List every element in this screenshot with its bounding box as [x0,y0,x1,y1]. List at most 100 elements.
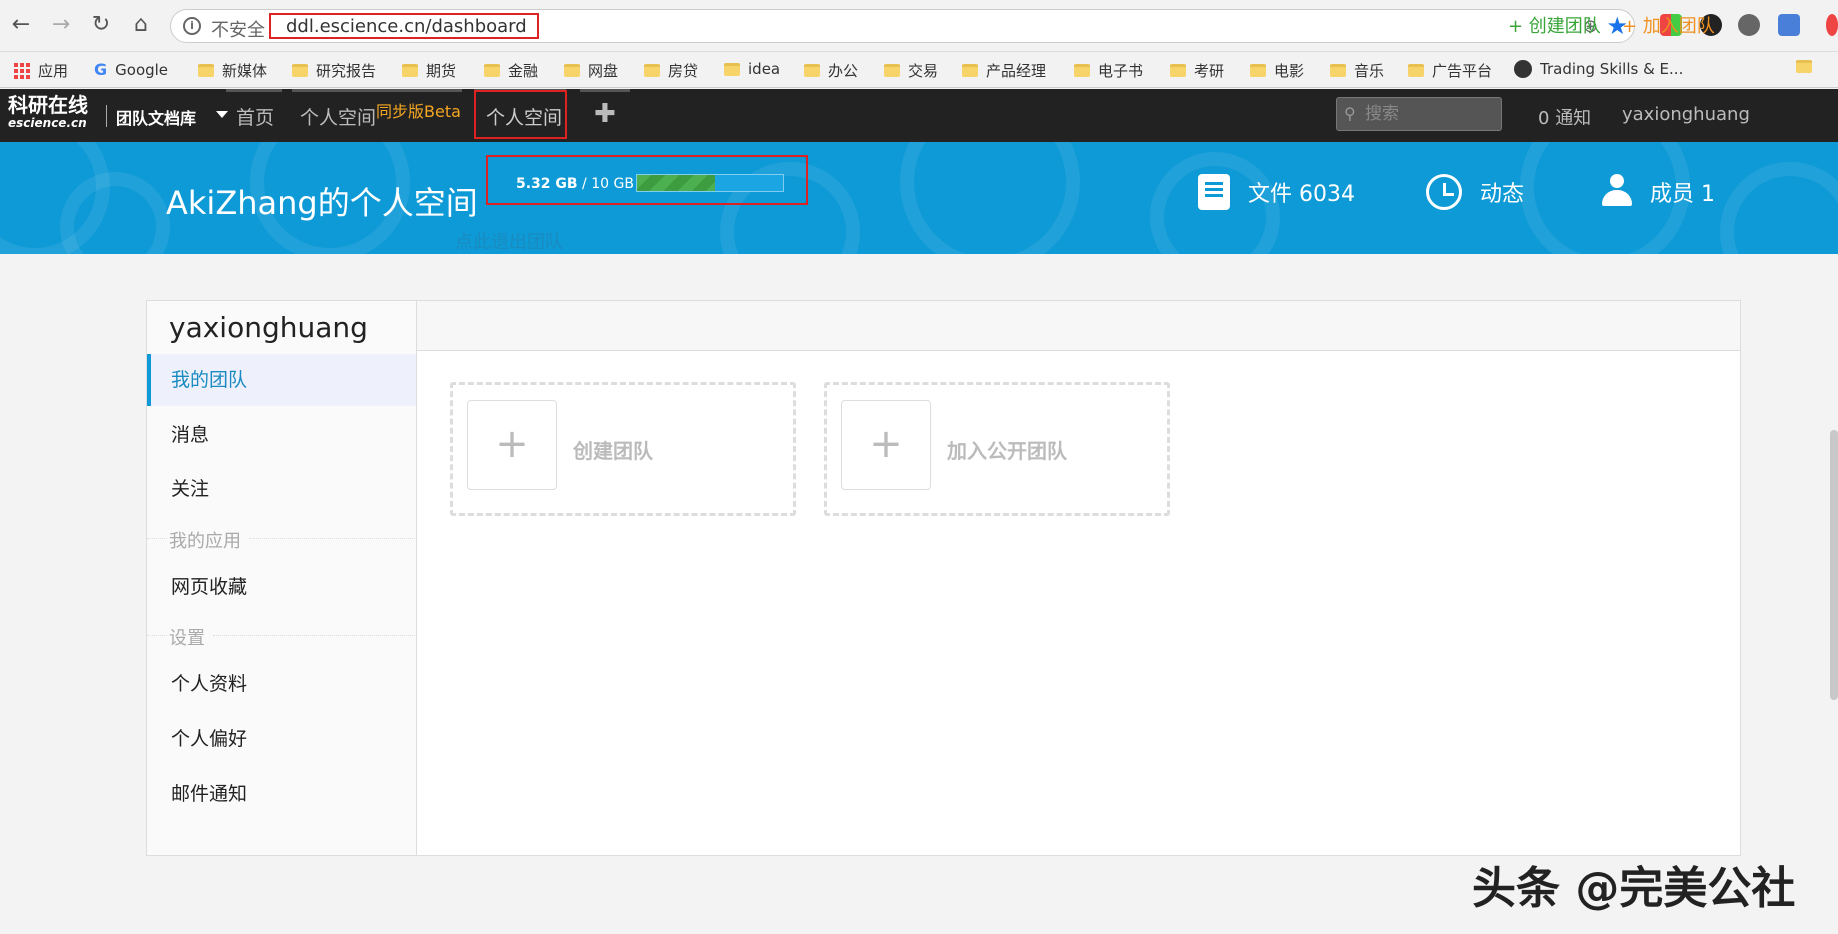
quota-progress-fill [637,175,715,191]
page-scrollbar[interactable] [1830,430,1838,700]
quota-separator: / [577,176,592,192]
bookmark-folder[interactable]: 考研 [1170,60,1224,81]
sidebar: yaxionghuang 我的团队 消息 关注 我的应用 网页收藏 设置 个人资… [147,301,417,855]
bookmark-folder[interactable]: 交易 [884,60,938,81]
quota-total: 10 GB [591,176,634,192]
bookmark-label: 房贷 [668,62,699,80]
folder-icon [292,64,308,77]
bookmark-folder[interactable]: 房贷 [644,60,698,81]
banner-pattern [1720,162,1838,254]
search-icon: ⚲ [1344,104,1356,123]
sync-beta-badge[interactable]: 同步版Beta [376,98,461,122]
translate-icon[interactable] [1778,14,1800,36]
forward-icon[interactable]: → [48,12,74,38]
folder-icon [402,64,418,77]
trading-site-icon [1514,60,1532,78]
bookmark-label: 交易 [908,62,939,80]
info-icon[interactable]: i [183,17,201,35]
bookmark-label: 考研 [1194,62,1225,80]
group-divider [249,538,415,539]
join-team-link[interactable]: + 加入团队 [1622,12,1715,38]
address-bar[interactable]: i 不安全 ddl.escience.cn/dashboard ⊕ ★ [170,9,1635,43]
leave-team-link[interactable]: 点此退出团队 [455,228,563,254]
bookmark-label: 网盘 [588,62,619,80]
sidebar-item-mail-notify[interactable]: 邮件通知 [147,768,416,820]
bookmark-folder[interactable]: 音乐 [1330,60,1384,81]
sidebar-item-my-teams[interactable]: 我的团队 [147,354,416,406]
folder-icon [1170,64,1186,77]
reload-icon[interactable]: ↻ [88,12,114,38]
bookmark-folder[interactable]: idea [724,60,780,78]
create-team-card[interactable]: + 创建团队 [450,382,796,516]
nav-personal-space-sync[interactable]: 个人空间 [300,103,376,130]
bookmark-folder[interactable]: 办公 [804,60,858,81]
clock-icon [1426,174,1462,210]
home-icon[interactable]: ⌂ [128,12,154,38]
banner-pattern [900,142,1080,254]
activity-stat[interactable]: 动态 [1426,174,1524,210]
bookmark-label: Google [115,60,169,79]
profile-icon[interactable] [1826,14,1838,36]
plus-icon: + [467,400,557,490]
nav-personal-space[interactable]: 个人空间 [486,103,562,130]
sidebar-item-follow[interactable]: 关注 [147,463,416,515]
files-stat[interactable]: 文件 6034 [1198,174,1355,210]
site-search[interactable]: ⚲ [1336,97,1502,131]
bookmark-folder[interactable]: 电影 [1250,60,1304,81]
google-icon: G [94,60,108,79]
notifications-link[interactable]: 0 通知 [1538,104,1591,130]
extension-bubble-icon[interactable] [1738,14,1760,36]
user-menu[interactable]: yaxionghuang [1622,104,1750,125]
bookmark-folder[interactable] [1796,60,1820,73]
search-input[interactable] [1365,103,1495,125]
logo-cn: 科研在线 [8,93,88,117]
group-label: 我的应用 [169,531,241,552]
join-public-team-card[interactable]: + 加入公开团队 [824,382,1170,516]
folder-icon [1408,64,1424,77]
bookmark-label: 办公 [828,62,859,80]
folder-icon [1250,64,1266,77]
bookmark-folder[interactable]: 金融 [484,60,538,81]
apps-icon [14,62,30,79]
back-icon[interactable]: ← [8,12,34,38]
bookmark-label: 产品经理 [986,62,1047,80]
bookmark-apps[interactable]: 应用 [14,60,68,81]
caret-down-icon[interactable] [216,111,228,118]
tab-indicator [226,89,282,92]
url-text[interactable]: ddl.escience.cn/dashboard [286,16,527,37]
bookmarks-bar: 应用 G Google 新媒体 研究报告 期货 金融 网盘 房贷 idea 办公… [0,52,1838,88]
bookmark-folder[interactable]: 电子书 [1074,60,1143,81]
logo-en: escience.cn [8,116,87,130]
tab-indicator [580,89,630,92]
bookmark-folder[interactable]: 研究报告 [292,60,376,81]
bookmark-folder[interactable]: 产品经理 [962,60,1046,81]
bookmark-folder[interactable]: 广告平台 [1408,60,1492,81]
members-stat[interactable]: 成员 1 [1600,174,1715,210]
add-tab-icon[interactable]: ✚ [594,99,616,129]
create-team-card-label: 创建团队 [573,439,653,463]
quota-used: 5.32 GB [516,176,578,192]
team-library-menu[interactable]: 团队文档库 [116,105,196,129]
bookmark-label: 应用 [38,62,69,80]
sidebar-item-profile[interactable]: 个人资料 [147,658,416,710]
bookmark-trading[interactable]: Trading Skills & E... [1514,60,1683,78]
sidebar-item-messages[interactable]: 消息 [147,409,416,461]
group-label: 设置 [169,628,205,649]
group-divider [147,635,167,636]
space-title: AkiZhang的个人空间 [166,184,478,222]
create-team-link[interactable]: + 创建团队 [1508,12,1601,38]
bookmark-label: Trading Skills & E... [1540,60,1684,78]
bookmark-label: 新媒体 [222,62,268,80]
bookmark-folder[interactable]: 期货 [402,60,456,81]
site-top-nav: 科研在线 escience.cn 团队文档库 首页 个人空间 同步版Beta 个… [0,89,1838,142]
bookmark-folder[interactable]: 网盘 [564,60,618,81]
users-icon [1600,174,1632,210]
bookmark-folder[interactable]: 新媒体 [198,60,267,81]
bookmark-label: 音乐 [1354,62,1385,80]
sidebar-item-preferences[interactable]: 个人偏好 [147,713,416,765]
nav-home[interactable]: 首页 [236,103,274,130]
bookmark-google[interactable]: G Google [94,60,168,79]
escience-logo[interactable]: 科研在线 escience.cn [8,94,88,130]
sidebar-group-apps: 我的应用 [147,527,416,553]
sidebar-item-bookmarks[interactable]: 网页收藏 [147,561,416,613]
